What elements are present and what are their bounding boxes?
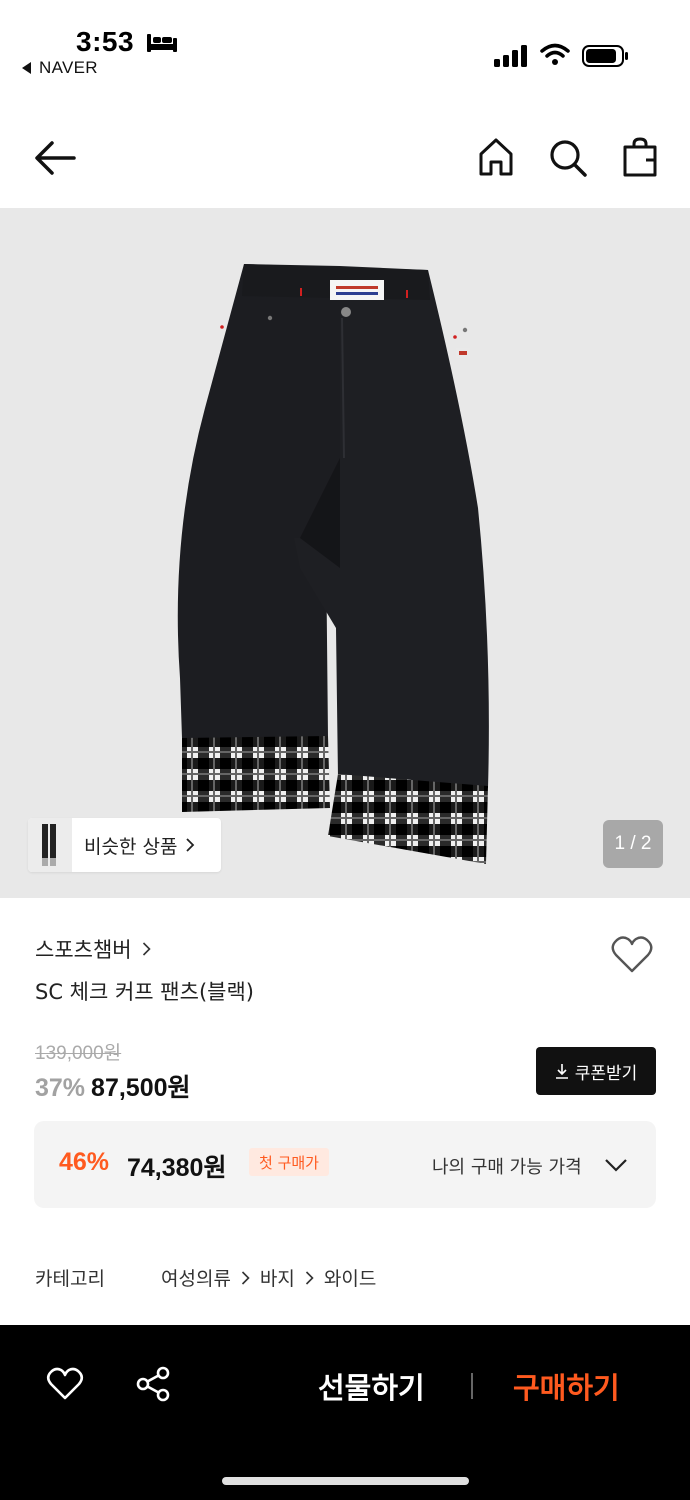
download-icon (555, 1064, 568, 1079)
home-indicator[interactable] (222, 1477, 469, 1485)
status-time: 3:53 (76, 26, 135, 57)
chevron-down-icon[interactable] (604, 1157, 628, 1173)
battery-icon (582, 45, 628, 67)
chevron-right-icon (142, 942, 151, 956)
similar-products-button[interactable]: 비슷한 상품 (28, 818, 221, 872)
my-price-label: 나의 구매 가능 가격 (432, 1157, 582, 1178)
back-app-label: NAVER (39, 58, 98, 77)
category-breadcrumb: 카테고리 여성의류 바지 와이드 (35, 1264, 376, 1291)
similar-thumbnail (28, 818, 72, 872)
status-bar: 3:53 NAVER (0, 0, 690, 90)
shopping-bag-icon[interactable] (620, 136, 660, 178)
original-price: 139,000원 (35, 1043, 122, 1064)
breadcrumb-item[interactable]: 바지 (260, 1264, 295, 1291)
brand-name: 스포츠챔버 (35, 938, 132, 962)
sale-price-row: 37% 87,500원 (35, 1068, 191, 1104)
back-triangle-icon (22, 62, 31, 74)
product-image-gallery[interactable]: 비슷한 상품 1 / 2 (0, 208, 690, 898)
first-purchase-badge: 첫 구매가 (249, 1148, 329, 1176)
chevron-right-icon (186, 838, 195, 852)
signal-icon (494, 45, 527, 67)
benefit-rate: 46% (59, 1148, 110, 1176)
chevron-right-icon (305, 1270, 314, 1285)
back-to-app-link[interactable]: NAVER (22, 58, 98, 78)
wifi-icon (540, 43, 570, 65)
top-nav (0, 120, 690, 196)
product-photo (177, 264, 489, 864)
breadcrumb-item[interactable]: 여성의류 (161, 1264, 231, 1291)
discount-rate: 37% (35, 1074, 86, 1102)
back-arrow-icon[interactable] (32, 138, 78, 178)
gift-button[interactable]: 선물하기 (318, 1365, 425, 1407)
coupon-label: 쿠폰받기 (574, 1063, 638, 1084)
heart-icon[interactable] (46, 1367, 84, 1401)
similar-products-label: 비슷한 상품 (84, 835, 178, 858)
my-price-box[interactable]: 46% 74,380원 첫 구매가 나의 구매 가능 가격 (34, 1121, 656, 1208)
home-icon[interactable] (476, 136, 516, 178)
buy-button[interactable]: 구매하기 (513, 1365, 620, 1407)
page-indicator: 1 / 2 (603, 820, 663, 868)
chevron-right-icon (241, 1270, 250, 1285)
sale-price: 87,500원 (91, 1074, 191, 1102)
wishlist-heart-icon[interactable] (610, 934, 654, 974)
category-label: 카테고리 (35, 1268, 105, 1290)
sleep-icon (147, 34, 177, 52)
search-icon[interactable] (548, 138, 588, 178)
coupon-download-button[interactable]: 쿠폰받기 (536, 1047, 656, 1095)
breadcrumb-item[interactable]: 와이드 (324, 1264, 376, 1291)
brand-link[interactable]: 스포츠챔버 (35, 934, 151, 964)
benefit-price: 74,380원 (127, 1154, 227, 1182)
bottom-action-bar: 선물하기 구매하기 (0, 1325, 690, 1500)
divider (471, 1373, 473, 1399)
product-name: SC 체크 커프 팬츠(블랙) (35, 980, 254, 1004)
share-icon[interactable] (134, 1365, 172, 1403)
